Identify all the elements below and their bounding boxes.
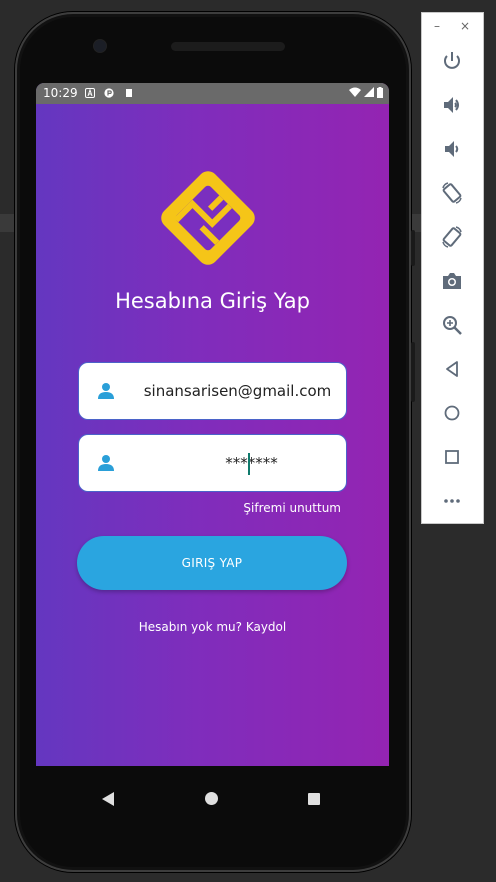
- password-field[interactable]: *******: [78, 434, 347, 492]
- status-time: 10:29: [43, 86, 78, 100]
- overview-icon: [445, 450, 459, 464]
- camera-icon: [443, 273, 461, 289]
- email-input[interactable]: sinansarisen@gmail.com: [139, 363, 336, 419]
- back-button[interactable]: [432, 352, 472, 386]
- volume-up-button[interactable]: [432, 88, 472, 122]
- phone-frame: 10:29 Hesabına Giriş Yap sinansarisen@gm…: [15, 12, 415, 872]
- nav-recents-icon[interactable]: [308, 793, 320, 805]
- minimize-button[interactable]: –: [434, 19, 440, 33]
- wifi-icon: [349, 87, 361, 97]
- notification-a-icon: [85, 88, 95, 98]
- phone-side-button: [411, 230, 415, 266]
- rotate-right-button[interactable]: [432, 220, 472, 254]
- screenshot-button[interactable]: [432, 264, 472, 298]
- volume-down-button[interactable]: [432, 132, 472, 166]
- signup-link[interactable]: Hesabın yok mu? Kaydol: [36, 620, 389, 634]
- signal-icon: [364, 87, 374, 97]
- battery-icon: [377, 87, 383, 98]
- text-cursor: [247, 452, 250, 475]
- earpiece-speaker: [171, 42, 285, 51]
- android-nav-bar: [36, 766, 389, 816]
- overview-button[interactable]: [432, 440, 472, 474]
- phone-side-button: [411, 342, 415, 402]
- rotate-right-icon: [442, 226, 462, 248]
- nav-home-icon[interactable]: [205, 792, 218, 805]
- close-button[interactable]: ×: [460, 19, 470, 33]
- rotate-left-button[interactable]: [432, 176, 472, 210]
- toolbar-window-controls: – ×: [422, 17, 485, 35]
- volume-down-icon: [445, 141, 459, 157]
- status-bar: 10:29: [36, 83, 389, 104]
- app-screen: 10:29 Hesabına Giriş Yap sinansarisen@gm…: [36, 83, 389, 766]
- home-icon: [444, 405, 460, 421]
- page-title: Hesabına Giriş Yap: [115, 289, 310, 313]
- password-input[interactable]: *******: [139, 435, 336, 491]
- volume-up-icon: [444, 97, 459, 113]
- person-icon: [98, 455, 114, 471]
- status-right-icons: [349, 87, 383, 98]
- rotate-left-icon: [442, 182, 462, 204]
- zoom-icon: [443, 316, 462, 335]
- login-button[interactable]: GIRIŞ YAP: [77, 536, 347, 590]
- sd-card-icon: [126, 89, 132, 97]
- power-icon: [444, 52, 460, 69]
- back-icon: [446, 361, 458, 377]
- notification-p-icon: [104, 88, 114, 98]
- app-logo-icon: [161, 171, 255, 265]
- forgot-password-link[interactable]: Şifremi unuttum: [243, 501, 341, 515]
- more-icon: [444, 499, 460, 503]
- nav-back-icon[interactable]: [102, 792, 114, 806]
- zoom-button[interactable]: [432, 308, 472, 342]
- front-camera: [94, 40, 106, 52]
- emulator-toolbar: – ×: [421, 12, 484, 524]
- home-button[interactable]: [432, 396, 472, 430]
- more-button[interactable]: [432, 484, 472, 518]
- password-value: *******: [225, 454, 278, 472]
- power-button[interactable]: [432, 44, 472, 78]
- person-icon: [98, 383, 114, 399]
- email-field[interactable]: sinansarisen@gmail.com: [78, 362, 347, 420]
